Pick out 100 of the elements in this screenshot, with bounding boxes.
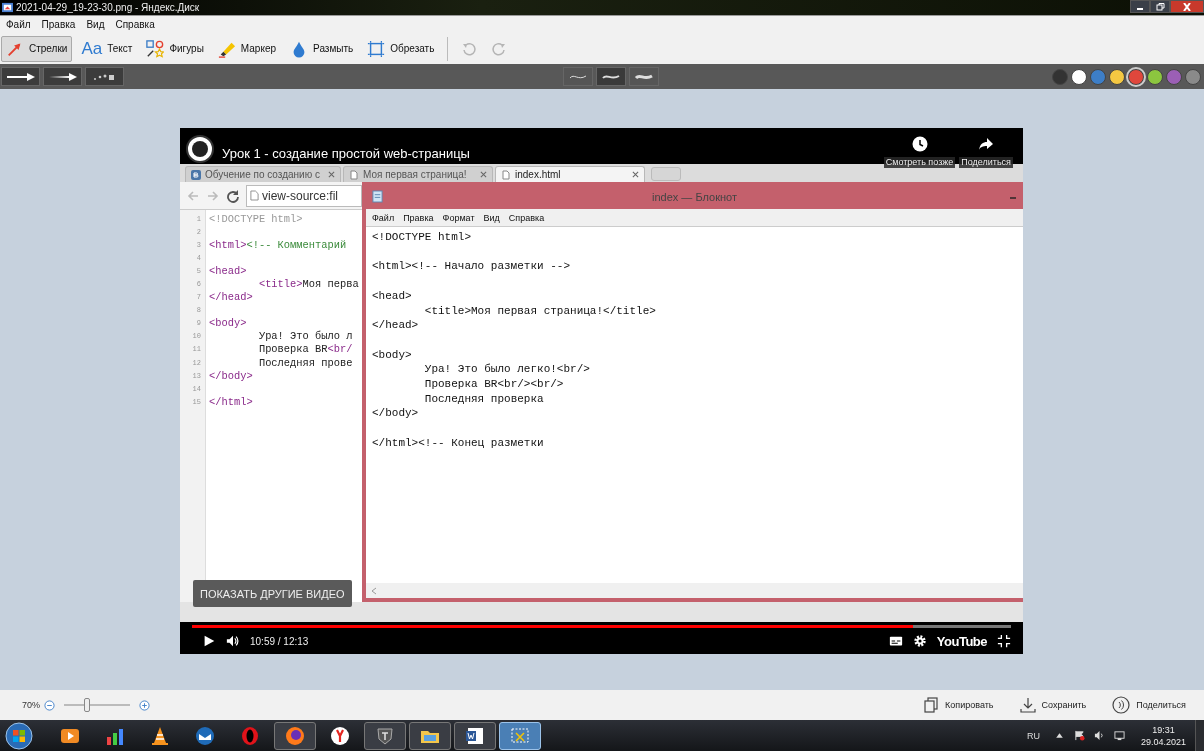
taskbar-app[interactable] [499, 721, 541, 750]
color-swatch[interactable] [1052, 68, 1068, 85]
menu-item[interactable]: Файл [372, 212, 395, 223]
exit-fullscreen-icon[interactable] [997, 634, 1011, 648]
language-indicator[interactable]: RU [1026, 730, 1040, 741]
arrow-style-button[interactable] [85, 67, 124, 86]
restore-icon [1155, 2, 1165, 11]
reload-icon[interactable] [226, 188, 240, 203]
network-icon[interactable] [1113, 730, 1125, 741]
color-swatch[interactable] [1128, 68, 1144, 85]
action-button[interactable]: Поделиться [1106, 695, 1192, 715]
close-icon[interactable] [632, 171, 639, 178]
menu-item[interactable]: Правка [41, 19, 76, 30]
code-line: </html> [209, 395, 253, 408]
color-swatch[interactable] [1090, 68, 1106, 85]
menu-item[interactable]: Формат [442, 212, 475, 223]
firefox-icon [284, 724, 306, 747]
menu-item[interactable]: Правка [403, 212, 434, 223]
color-swatch[interactable] [1147, 68, 1163, 85]
arrow-style-button[interactable] [43, 67, 82, 86]
editor-text: <!DOCTYPE html> <html><!-- Начало разметки --> <head> <title>Моя первая страница!</title> </head> <body> Ура! Это было легко!<br/> Проверка BR<br/><br/> Последняя проверка </body> </html><!-- Конец разметки [372, 230, 656, 451]
code-line: Проверка BR<br/ [257, 343, 353, 356]
notepad-title: index — Блокнот [652, 190, 737, 203]
video-title: Урок 1 - создание простой web-страницы [222, 146, 470, 163]
browser-tab[interactable]: Моя первая страница! [343, 166, 493, 182]
tool-button[interactable]: Маркер [212, 35, 282, 62]
taskbar-app[interactable] [454, 721, 496, 750]
volume-icon[interactable] [1093, 730, 1105, 741]
window-title: 2021-04-29_19-23-30.png - Яндекс.Диск [16, 2, 200, 13]
notepad-icon [372, 190, 383, 203]
close-icon[interactable] [480, 171, 487, 178]
color-swatch[interactable] [1166, 68, 1182, 85]
menu-item[interactable]: Вид [483, 212, 500, 223]
menu-item[interactable]: Справка [508, 212, 545, 223]
zoom-reading: 70% [22, 700, 40, 710]
close-button[interactable] [1170, 0, 1204, 13]
code-line: <!DOCTYPE html> [209, 212, 303, 225]
code-line: <html><!-- Комментарий [209, 238, 347, 251]
wave-icon [633, 72, 654, 81]
clock[interactable]: 19:31 29.04.2021 [1140, 723, 1186, 748]
code-line: </head> [209, 291, 253, 304]
color-swatch[interactable] [1109, 68, 1125, 85]
tray-expand-icon[interactable] [1053, 730, 1065, 741]
copy-icon [923, 697, 940, 713]
tool-button[interactable]: Размыть [285, 35, 359, 62]
browser-tab[interactable]: index.html [495, 166, 645, 182]
tool-button[interactable]: Aa Текст [76, 35, 138, 62]
arrow-icon [5, 71, 36, 82]
tool-button[interactable]: Фигуры [141, 35, 209, 62]
line-width-button[interactable] [628, 67, 659, 86]
wave-icon [600, 72, 621, 81]
vk-icon [191, 169, 201, 180]
share-button[interactable]: Поделиться [959, 136, 1013, 168]
taskbar-app[interactable] [409, 721, 451, 750]
minimize-button[interactable] [1130, 0, 1150, 13]
volume-icon[interactable] [226, 634, 240, 648]
close-icon [1182, 2, 1192, 11]
action-button[interactable]: Копировать [917, 696, 1000, 714]
youtube-logo[interactable]: YouTube [936, 633, 987, 649]
opera-icon [239, 724, 261, 747]
tool-button[interactable]: Стрелки [1, 35, 73, 62]
menu-item[interactable]: Файл [6, 19, 31, 30]
line-width-button[interactable] [595, 67, 626, 86]
video-time: 10:59 / 12:13 [250, 635, 309, 647]
menu-item[interactable]: Вид [86, 19, 105, 30]
code-line: </body> [209, 369, 253, 382]
code-line: <title>Моя перва [257, 278, 359, 290]
more-videos-button[interactable]: ПОКАЗАТЬ ДРУГИЕ ВИДЕО [193, 580, 352, 607]
start-button[interactable] [4, 720, 34, 751]
redo-icon [491, 40, 508, 57]
flag-icon[interactable] [1073, 730, 1085, 741]
code-line: Ура! Это было л [257, 330, 353, 343]
zoom-in-icon[interactable] [139, 699, 150, 711]
play-icon[interactable] [202, 634, 216, 648]
tool-button[interactable]: Обрезать [362, 35, 440, 62]
zoom-out-icon[interactable] [44, 699, 55, 711]
subtitles-icon[interactable] [888, 634, 903, 648]
settings-icon[interactable] [912, 634, 927, 648]
menu-item[interactable]: Справка [115, 19, 155, 30]
app-icon [2, 2, 13, 13]
share-icon [978, 136, 995, 152]
browser-tab[interactable]: Обучение по созданию с [185, 166, 341, 182]
slider-thumb[interactable] [84, 698, 91, 712]
restore-button[interactable] [1150, 0, 1170, 13]
page-icon [250, 190, 259, 201]
action-button[interactable]: Сохранить [1013, 696, 1093, 714]
arrow-style-button[interactable] [1, 67, 40, 86]
color-swatch[interactable] [1185, 68, 1201, 85]
close-icon[interactable] [328, 171, 335, 178]
yandex-browser-icon [329, 724, 351, 747]
address-field[interactable]: view-source:fil [246, 184, 362, 207]
code-line: <body> [209, 317, 247, 330]
mail-icon [194, 724, 216, 747]
horizontal-scrollbar[interactable] [366, 583, 1023, 598]
watch-later-button[interactable]: Смотреть позже [883, 136, 956, 168]
color-swatch[interactable] [1071, 68, 1087, 85]
font-icon: Aa [81, 39, 103, 58]
share-icon [1112, 696, 1131, 714]
undo-icon [461, 40, 478, 57]
clock-icon [911, 136, 928, 152]
